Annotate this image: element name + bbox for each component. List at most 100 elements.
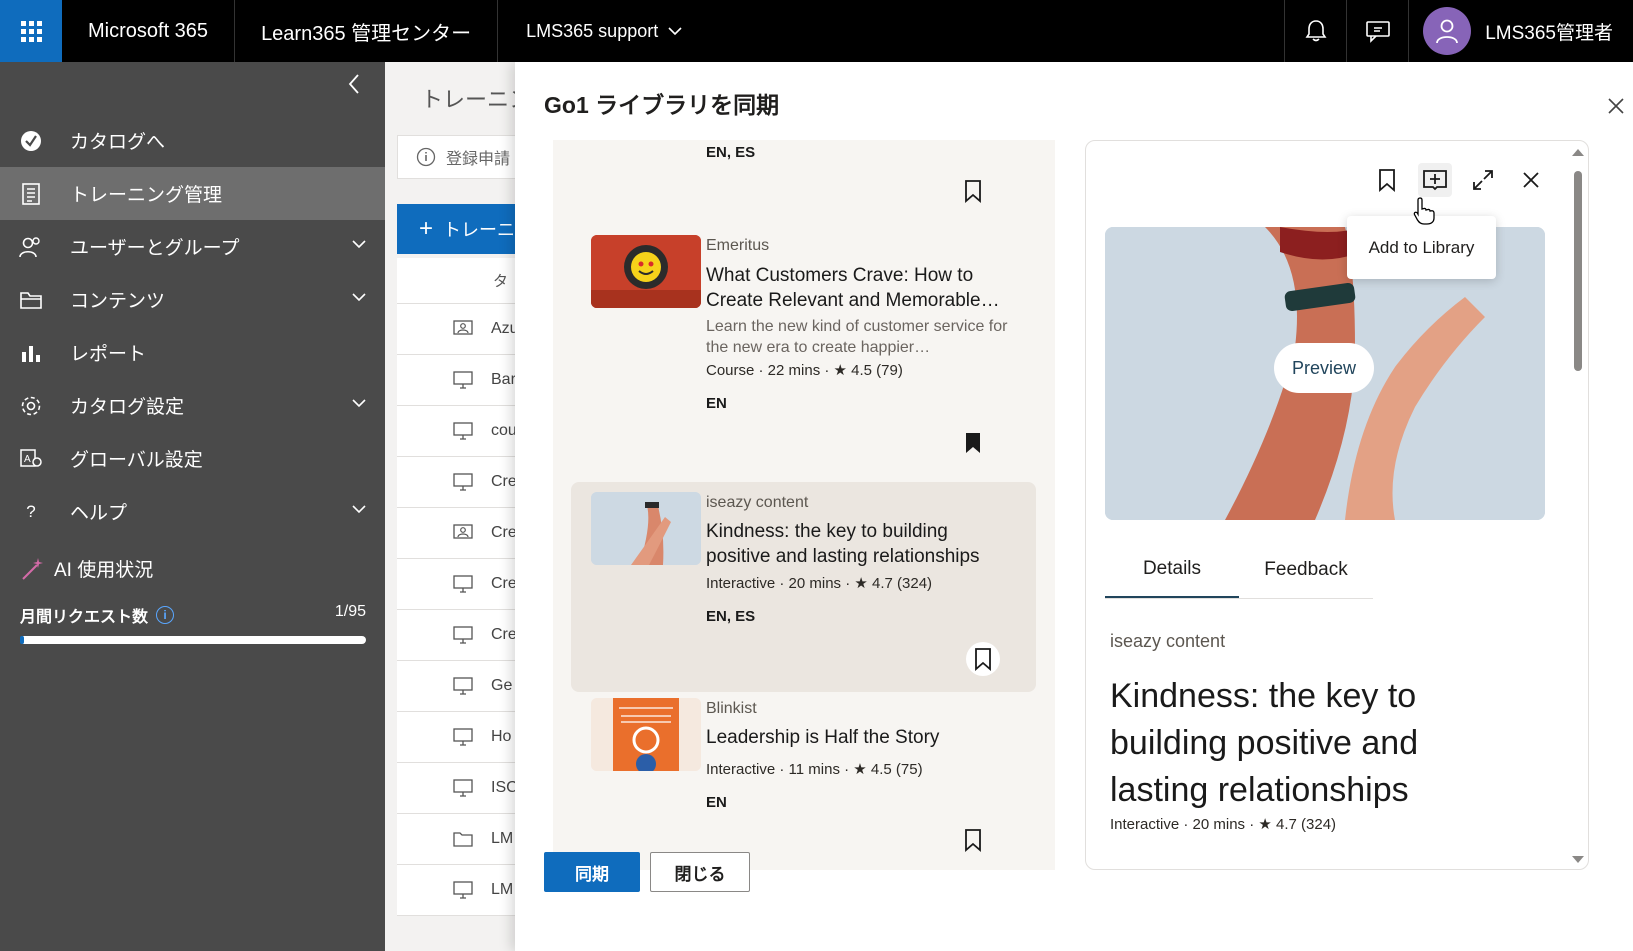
waffle-icon	[20, 20, 42, 42]
table-row[interactable]: LM	[397, 814, 525, 865]
user-name: LMS365管理者	[1485, 22, 1613, 44]
preview-button[interactable]: Preview	[1274, 343, 1374, 393]
brand-label[interactable]: Microsoft 365	[62, 0, 236, 62]
table-row[interactable]: Ho	[397, 712, 525, 763]
table-row[interactable]: Azu	[397, 304, 525, 355]
expand-button[interactable]	[1466, 163, 1500, 197]
avatar	[1423, 7, 1472, 55]
nav-item-help[interactable]: ? ヘルプ	[0, 485, 385, 538]
monitor-icon	[453, 422, 475, 440]
table-row[interactable]: ISC	[397, 763, 525, 814]
monitor-icon	[453, 881, 475, 899]
course-meta: Interactive · 20 mins · ★ 4.7 (324)	[706, 575, 933, 592]
nav-item-catalog-settings[interactable]: カタログ設定	[0, 379, 385, 432]
close-icon	[1608, 98, 1624, 114]
course-thumbnail	[591, 235, 701, 308]
chevron-down-icon	[352, 240, 366, 249]
course-title[interactable]: What Customers Crave: How to Create Rele…	[706, 263, 1011, 313]
nav-item-catalog[interactable]: カタログへ	[0, 114, 385, 167]
table-row[interactable]: Cre	[397, 610, 525, 661]
top-bar: Microsoft 365 Learn365 管理センター LMS365 sup…	[0, 0, 1633, 62]
nav-item-users[interactable]: ユーザーとグループ	[0, 220, 385, 273]
tab-feedback[interactable]: Feedback	[1239, 541, 1373, 598]
monthly-requests-value: 1/95	[334, 603, 366, 620]
sync-library-dialog: Go1 ライブラリを同期 EN, ES Emeritus What Custom…	[515, 62, 1633, 951]
table-row[interactable]: LM	[397, 865, 525, 916]
add-to-library-button[interactable]	[1418, 163, 1452, 197]
row-title: Cre	[491, 473, 517, 490]
list-item-selected[interactable]: iseazy content Kindness: the key to buil…	[571, 482, 1036, 692]
folder-icon	[453, 830, 475, 848]
magic-wand-icon	[22, 557, 43, 580]
course-list[interactable]: EN, ES Emeritus What Customers Crave: Ho…	[553, 140, 1055, 870]
chevron-down-icon	[352, 505, 366, 514]
close-button[interactable]: 閉じる	[650, 852, 750, 892]
nav-label: ヘルプ	[70, 503, 128, 524]
bookmark-button[interactable]	[1370, 163, 1404, 197]
bookmark-button[interactable]	[956, 823, 990, 857]
add-training-label: トレーニ	[443, 220, 516, 240]
table-row[interactable]: Bar	[397, 355, 525, 406]
svg-text:A: A	[24, 454, 31, 465]
feedback-button[interactable]	[1346, 0, 1408, 62]
list-item[interactable]: Emeritus What Customers Crave: How to Cr…	[581, 235, 1026, 475]
nav-item-global-settings[interactable]: A グローバル設定	[0, 432, 385, 485]
folder-icon	[18, 287, 44, 313]
list-item[interactable]: Blinkist Leadership is Half the Story In…	[581, 698, 1026, 870]
info-banner: 登録申請	[397, 135, 525, 179]
ai-usage-title: AI 使用状況	[20, 555, 153, 582]
bell-icon	[1305, 20, 1327, 42]
sync-button[interactable]: 同期	[544, 852, 640, 892]
ai-usage-label: AI 使用状況	[54, 560, 154, 581]
nav-label: カタログへ	[70, 132, 166, 153]
chevron-down-icon	[352, 293, 366, 302]
course-languages: EN	[706, 794, 727, 811]
table-row[interactable]: cou	[397, 406, 525, 457]
course-title[interactable]: Kindness: the key to building positive a…	[706, 519, 1011, 569]
table-row[interactable]: Cre	[397, 559, 525, 610]
course-languages: EN, ES	[706, 144, 756, 161]
notifications-button[interactable]	[1284, 0, 1346, 62]
table-row[interactable]: Cre	[397, 508, 525, 559]
collapse-nav-button[interactable]	[343, 72, 367, 96]
detail-scrollbar[interactable]	[1568, 141, 1588, 869]
column-header[interactable]: タ	[397, 258, 525, 304]
global-settings-icon: A	[18, 446, 44, 472]
course-description: Learn the new kind of customer service f…	[706, 318, 1008, 356]
tenant-label: LMS365 support	[526, 20, 659, 41]
close-detail-button[interactable]	[1514, 163, 1548, 197]
dialog-title: Go1 ライブラリを同期	[544, 92, 780, 118]
nav-item-training[interactable]: トレーニング管理	[0, 167, 385, 220]
close-icon	[1523, 172, 1539, 188]
user-menu[interactable]: LMS365管理者	[1408, 0, 1633, 62]
tab-details[interactable]: Details	[1105, 541, 1239, 598]
chart-icon	[18, 340, 44, 366]
scroll-thumb[interactable]	[1574, 171, 1582, 371]
classroom-icon	[453, 524, 475, 542]
bookmark-button[interactable]	[966, 642, 1000, 676]
gear-icon	[18, 393, 44, 419]
add-training-button[interactable]: + トレーニ	[397, 204, 525, 254]
app-launcher-button[interactable]	[0, 0, 62, 62]
row-title: Ho	[491, 728, 512, 745]
monitor-icon	[453, 677, 475, 695]
chevron-down-icon	[352, 399, 366, 408]
nav-item-reports[interactable]: レポート	[0, 326, 385, 379]
table-row[interactable]: Ge	[397, 661, 525, 712]
info-icon[interactable]: i	[156, 606, 175, 624]
course-title[interactable]: Leadership is Half the Story	[706, 725, 1011, 750]
usage-progress-fill	[20, 636, 24, 644]
scroll-down-icon[interactable]	[1571, 855, 1585, 865]
bookmark-button[interactable]	[956, 426, 990, 460]
dialog-close-button[interactable]	[1599, 89, 1633, 123]
nav-item-content[interactable]: コンテンツ	[0, 273, 385, 326]
list-item[interactable]: EN, ES	[581, 140, 1026, 220]
bookmark-button[interactable]	[956, 174, 990, 208]
monitor-icon	[453, 728, 475, 746]
scroll-up-icon[interactable]	[1571, 147, 1585, 157]
table-row[interactable]: Cre	[397, 457, 525, 508]
app-name[interactable]: Learn365 管理センター	[235, 0, 499, 62]
tenant-selector[interactable]: LMS365 support	[498, 0, 710, 62]
course-languages: EN	[706, 395, 727, 412]
help-icon: ?	[26, 501, 36, 521]
